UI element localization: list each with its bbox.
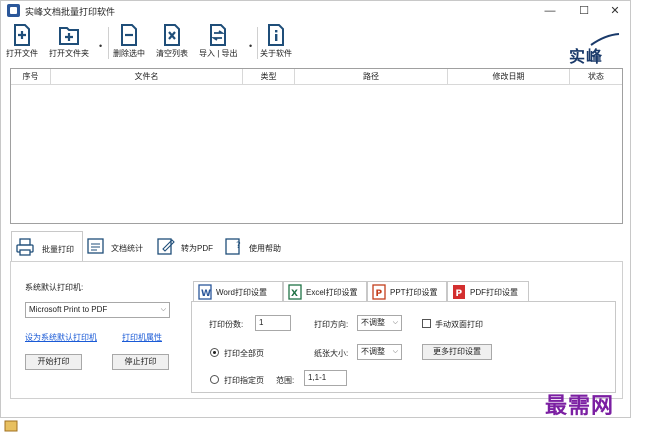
tab-document-stats-label: 文档统计 [111,244,143,253]
dropdown-dot-icon[interactable]: • [99,41,102,51]
help-icon: ? [225,238,241,255]
info-icon [268,24,284,46]
close-button[interactable]: ✕ [598,2,632,20]
about-button[interactable]: 关于软件 [260,24,292,59]
import-export-label: 导入 | 导出 [199,49,238,58]
delete-selected-label: 删除选中 [113,49,145,58]
convert-pdf-icon [157,238,175,255]
orientation-select-value: 不调整 [361,318,385,327]
title-bar: 实峰文档批量打印软件 — ☐ ✕ [1,1,630,21]
ppt-icon: P [372,284,386,300]
svg-text:P: P [456,289,463,299]
copies-input[interactable]: 1 [255,315,291,331]
main-window: 实峰文档批量打印软件 — ☐ ✕ 打开文件 打开文件夹 • 删除选中 清空列表 … [0,0,631,418]
open-folder-button[interactable]: 打开文件夹 [49,24,89,59]
tab-pdf-settings[interactable]: P PDF打印设置 [447,281,529,301]
page-range-input[interactable]: 1,1-1 [304,370,347,386]
excel-icon: X [288,284,302,300]
toolbar-separator-2 [257,27,258,59]
add-file-icon [14,24,30,46]
logo-text: 实峰 [569,47,604,66]
tab-pdf-settings-label: PDF打印设置 [470,288,518,297]
printer-properties-link[interactable]: 打印机属性 [122,332,162,343]
chevron-down-icon: ⌵ [392,348,398,355]
minimize-button[interactable]: — [533,2,567,20]
svg-text:P: P [376,289,383,299]
printer-select[interactable]: Microsoft Print to PDF ⌵ [25,302,170,318]
column-header-type[interactable]: 类型 [243,69,295,85]
print-specific-pages-radio[interactable] [210,375,219,384]
remove-file-icon [121,24,137,46]
dropdown-dot-icon-2[interactable]: • [249,41,252,51]
copies-label: 打印份数: [209,320,244,329]
tab-convert-pdf[interactable]: 转为PDF [153,231,221,261]
tab-ppt-settings[interactable]: P PPT打印设置 [367,281,447,301]
print-all-pages-label: 打印全部页 [224,349,264,358]
toolbar-separator [108,27,109,59]
paper-size-select[interactable]: 不调整 ⌵ [357,344,402,360]
window-title: 实峰文档批量打印软件 [25,7,116,17]
paper-size-label: 纸张大小: [314,349,349,358]
orientation-label: 打印方向: [314,320,349,329]
taskbar-fragment [0,419,40,432]
tab-batch-print[interactable]: 批量打印 [11,231,83,261]
printer-select-value: Microsoft Print to PDF [29,305,108,314]
maximize-button[interactable]: ☐ [567,2,601,20]
watermark-text: 最需网 [545,393,615,419]
tab-excel-settings[interactable]: X Excel打印设置 [283,281,367,301]
clear-file-icon [164,24,180,46]
tab-help[interactable]: ? 使用帮助 [221,231,289,261]
open-folder-label: 打开文件夹 [49,49,89,58]
word-icon: W [198,284,212,300]
svg-text:W: W [201,289,211,299]
paper-size-select-value: 不调整 [361,347,385,356]
tab-document-stats[interactable]: 文档统计 [83,231,153,261]
toolbar: 打开文件 打开文件夹 • 删除选中 清空列表 导入 | 导出 • 关于软件 实峰 [1,21,630,66]
stop-print-button[interactable]: 停止打印 [112,354,169,370]
brand-logo: 实峰 [569,33,621,66]
clear-list-label: 清空列表 [156,49,188,58]
column-header-status[interactable]: 状态 [570,69,622,85]
more-print-settings-button[interactable]: 更多打印设置 [422,344,492,360]
svg-text:X: X [291,289,298,299]
clear-list-button[interactable]: 清空列表 [156,24,188,59]
delete-selected-button[interactable]: 删除选中 [113,24,145,59]
import-export-icon [210,24,227,46]
tab-convert-pdf-label: 转为PDF [181,244,213,253]
print-specific-pages-label: 打印指定页 [224,376,264,385]
pdf-icon: P [453,285,465,299]
printer-label: 系统默认打印机: [25,283,84,292]
orientation-select[interactable]: 不调整 ⌵ [357,315,402,331]
duplex-label: 手动双面打印 [435,320,483,329]
column-header-modified[interactable]: 修改日期 [448,69,570,85]
file-list-table[interactable]: 序号 文件名 类型 路径 修改日期 状态 [10,68,623,224]
range-label: 范围: [276,376,295,385]
svg-text:?: ? [236,241,241,251]
add-folder-icon [59,27,79,45]
set-default-printer-link[interactable]: 设为系统默认打印机 [25,332,97,343]
document-stats-icon [87,238,104,254]
column-header-path[interactable]: 路径 [295,69,448,85]
start-print-button[interactable]: 开始打印 [25,354,82,370]
print-all-pages-radio[interactable] [210,348,219,357]
taskbar-app-icon[interactable] [4,420,18,432]
tab-help-label: 使用帮助 [249,244,281,253]
tab-word-settings-label: Word打印设置 [216,288,267,297]
tab-batch-print-label: 批量打印 [42,245,74,254]
duplex-checkbox[interactable] [422,319,431,328]
column-header-index[interactable]: 序号 [11,69,51,85]
printer-icon [16,238,34,256]
open-file-label: 打开文件 [6,49,38,58]
open-file-button[interactable]: 打开文件 [6,24,38,59]
chevron-down-icon: ⌵ [392,319,398,326]
tab-excel-settings-label: Excel打印设置 [306,288,358,297]
chevron-down-icon: ⌵ [160,306,166,313]
app-icon [7,4,20,17]
column-header-filename[interactable]: 文件名 [51,69,243,85]
import-export-button[interactable]: 导入 | 导出 [199,24,238,59]
tab-ppt-settings-label: PPT打印设置 [390,288,438,297]
tab-word-settings[interactable]: W Word打印设置 [193,281,283,301]
about-label: 关于软件 [260,49,292,58]
